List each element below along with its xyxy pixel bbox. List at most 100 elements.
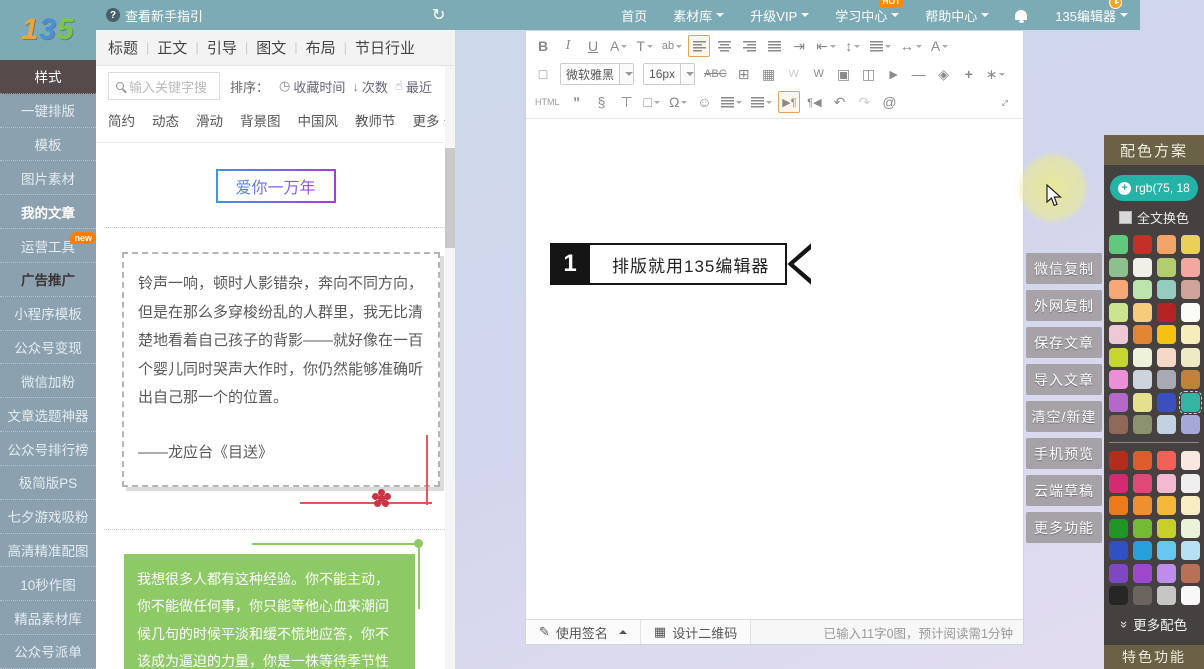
color-swatch[interactable] bbox=[1181, 280, 1200, 299]
fullscreen-icon[interactable]: ↕ bbox=[990, 86, 1021, 117]
signature-button[interactable]: ✎ 使用签名 bbox=[526, 620, 641, 644]
color-swatch[interactable] bbox=[1133, 564, 1152, 583]
sidebar-item-16[interactable]: 精品素材库 bbox=[0, 601, 96, 635]
font-size-select[interactable]: 16px bbox=[643, 63, 695, 85]
category-1[interactable]: 动态 bbox=[152, 110, 179, 130]
sidebar-item-15[interactable]: 10秒作图 bbox=[0, 567, 96, 601]
color-swatch[interactable] bbox=[1181, 370, 1200, 389]
sidebar-item-11[interactable]: 公众号排行榜 bbox=[0, 432, 96, 466]
color-swatch[interactable] bbox=[1133, 370, 1152, 389]
color-swatch[interactable] bbox=[1181, 519, 1200, 538]
paragraph-backward-icon[interactable]: ¶◀ bbox=[803, 91, 825, 113]
html-source-icon[interactable]: HTML bbox=[532, 91, 563, 113]
font-family-select[interactable]: 微软雅黑 bbox=[560, 63, 634, 85]
undo-icon[interactable]: ↶ bbox=[828, 91, 850, 113]
color-swatch[interactable] bbox=[1181, 451, 1200, 470]
nav-item-2[interactable]: 升级VIP bbox=[750, 6, 809, 25]
sidebar-item-4[interactable]: 我的文章 bbox=[0, 195, 96, 229]
color-swatch[interactable] bbox=[1157, 586, 1176, 605]
magic-wand-icon[interactable]: ∗ bbox=[983, 63, 1009, 85]
align-right-icon[interactable] bbox=[738, 35, 760, 57]
underline-icon[interactable]: U bbox=[582, 35, 604, 57]
highlight-color-icon[interactable]: ab bbox=[659, 35, 685, 57]
color-swatch[interactable] bbox=[1157, 451, 1176, 470]
color-swatch[interactable] bbox=[1133, 325, 1152, 344]
special-character-icon[interactable]: Ω bbox=[666, 91, 690, 113]
align-center-icon[interactable] bbox=[713, 35, 735, 57]
color-swatch[interactable] bbox=[1157, 564, 1176, 583]
sidebar-item-10[interactable]: 文章选题神器 bbox=[0, 398, 96, 432]
add-color-button[interactable]: + rgb(75, 18 bbox=[1110, 175, 1198, 201]
multi-image-icon[interactable]: ◫ bbox=[858, 63, 880, 85]
eraser-icon[interactable]: ◈ bbox=[933, 63, 955, 85]
more-colors-button[interactable]: » 更多配色 bbox=[1104, 614, 1204, 634]
sidebar-item-17[interactable]: 公众号派单 bbox=[0, 635, 96, 669]
full-recolor-toggle[interactable]: 全文换色 bbox=[1104, 208, 1204, 227]
sidebar-item-14[interactable]: 高清精准配图 bbox=[0, 534, 96, 568]
sidebar-item-12[interactable]: 极简版PS bbox=[0, 466, 96, 500]
color-swatch[interactable] bbox=[1181, 393, 1200, 412]
qrcode-button[interactable]: ▦ 设计二维码 bbox=[641, 620, 751, 644]
color-swatch[interactable] bbox=[1181, 474, 1200, 493]
color-swatch[interactable] bbox=[1109, 348, 1128, 367]
color-swatch[interactable] bbox=[1109, 303, 1128, 322]
tab-5[interactable]: 节日行业 bbox=[355, 37, 415, 58]
color-swatch[interactable] bbox=[1157, 303, 1176, 322]
color-swatch[interactable] bbox=[1181, 348, 1200, 367]
insert-link-icon[interactable]: § bbox=[591, 91, 613, 113]
select-dropdown[interactable] bbox=[680, 64, 694, 84]
color-swatch[interactable] bbox=[1109, 451, 1128, 470]
color-swatch[interactable] bbox=[1133, 348, 1152, 367]
emoticon-icon[interactable]: ☺ bbox=[693, 91, 715, 113]
color-swatch[interactable] bbox=[1157, 280, 1176, 299]
color-swatch[interactable] bbox=[1157, 496, 1176, 515]
panel-scrollbar[interactable] bbox=[445, 66, 455, 669]
nav-item-1[interactable]: 素材库 bbox=[673, 6, 724, 25]
sidebar-item-1[interactable]: 一键排版 bbox=[0, 94, 96, 128]
color-swatch[interactable] bbox=[1133, 393, 1152, 412]
nav-item-3[interactable]: 学习中心HOT bbox=[835, 6, 899, 25]
italic-icon[interactable]: I bbox=[557, 35, 579, 57]
color-swatch[interactable] bbox=[1133, 451, 1152, 470]
color-swatch[interactable] bbox=[1157, 235, 1176, 254]
sidebar-item-13[interactable]: 七夕游戏吸粉 bbox=[0, 500, 96, 534]
action-button-7[interactable]: 更多功能 bbox=[1026, 512, 1102, 543]
color-swatch[interactable] bbox=[1109, 586, 1128, 605]
select-dropdown[interactable] bbox=[619, 64, 633, 84]
nav-item-0[interactable]: 首页 bbox=[621, 6, 647, 25]
at-search-icon[interactable]: @ bbox=[878, 91, 900, 113]
color-swatch[interactable] bbox=[1133, 258, 1152, 277]
nav-item-4[interactable]: 帮助中心 bbox=[925, 6, 989, 25]
new-document-icon[interactable]: □ bbox=[532, 63, 554, 85]
color-swatch[interactable] bbox=[1109, 496, 1128, 515]
style-sample-button[interactable]: 爱你一万年 bbox=[216, 169, 336, 203]
color-swatch[interactable] bbox=[1157, 325, 1176, 344]
action-button-1[interactable]: 外网复制 bbox=[1026, 290, 1102, 321]
color-swatch[interactable] bbox=[1133, 303, 1152, 322]
align-left-icon[interactable] bbox=[688, 35, 710, 57]
notification-bell-icon[interactable] bbox=[1015, 10, 1027, 20]
color-swatch[interactable] bbox=[1157, 370, 1176, 389]
color-swatch[interactable] bbox=[1109, 325, 1128, 344]
action-button-0[interactable]: 微信复制 bbox=[1026, 253, 1102, 284]
color-swatch[interactable] bbox=[1157, 519, 1176, 538]
blockquote-icon[interactable]: ” bbox=[566, 91, 588, 113]
content-banner[interactable]: 1 排版就用135编辑器 bbox=[550, 243, 811, 285]
tab-0[interactable]: 标题 bbox=[108, 37, 138, 58]
tab-1[interactable]: 正文 bbox=[157, 37, 187, 58]
color-swatch[interactable] bbox=[1109, 541, 1128, 560]
align-justify-icon[interactable] bbox=[763, 35, 785, 57]
action-button-4[interactable]: 清空/新建 bbox=[1026, 401, 1102, 432]
color-swatch[interactable] bbox=[1109, 393, 1128, 412]
text-case-icon[interactable]: A bbox=[928, 35, 951, 57]
letter-spacing-icon[interactable]: ↔ bbox=[897, 35, 925, 57]
logo-box[interactable]: 135 bbox=[0, 0, 96, 60]
color-swatch[interactable] bbox=[1109, 280, 1128, 299]
refresh-icon[interactable]: ↻ bbox=[432, 0, 445, 30]
font-color-icon[interactable]: A bbox=[607, 35, 630, 57]
color-swatch[interactable] bbox=[1109, 474, 1128, 493]
color-swatch[interactable] bbox=[1133, 474, 1152, 493]
insert-video-icon[interactable]: ► bbox=[883, 63, 905, 85]
color-swatch[interactable] bbox=[1157, 258, 1176, 277]
image-frame-icon[interactable]: ▦ bbox=[758, 63, 780, 85]
